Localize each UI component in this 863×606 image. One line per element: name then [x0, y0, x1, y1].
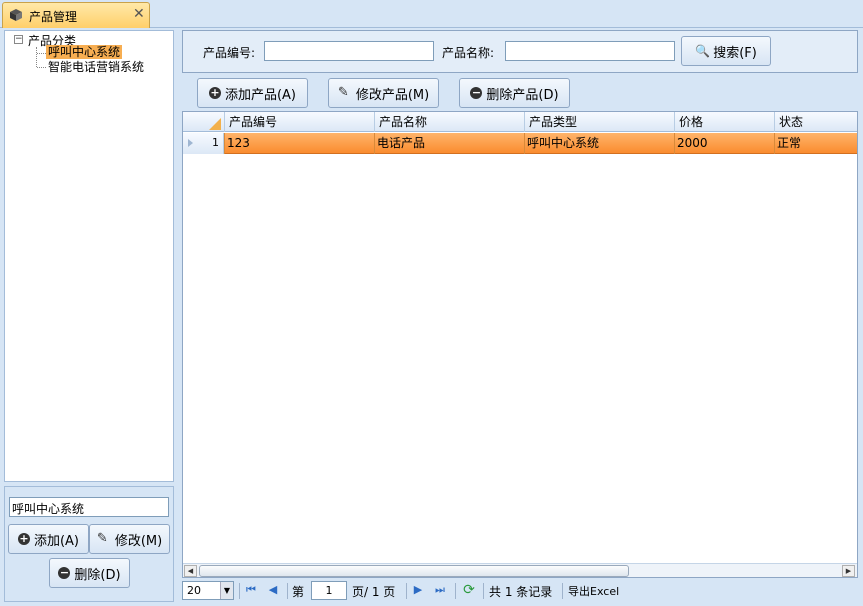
delete-category-button[interactable]: − 删除(D): [49, 558, 130, 588]
last-page-icon[interactable]: ⏭: [432, 582, 448, 598]
tree-item-call-center[interactable]: 呼叫中心系统: [46, 45, 123, 59]
collapse-icon[interactable]: −: [14, 35, 23, 44]
tree-line: [37, 67, 46, 68]
plus-icon: +: [208, 86, 221, 99]
separator: [406, 583, 407, 599]
record-count: 共 1 条记录: [489, 585, 553, 599]
cell-type[interactable]: 呼叫中心系统: [524, 133, 674, 154]
separator: [455, 583, 456, 599]
column-header-name[interactable]: 产品名称: [374, 112, 524, 132]
row-header[interactable]: 1: [183, 133, 224, 154]
row-number: 1: [212, 136, 219, 149]
search-button[interactable]: 🔍 搜索(F): [681, 36, 771, 66]
close-icon[interactable]: ✕: [133, 6, 145, 22]
chevron-down-icon[interactable]: ▼: [220, 582, 233, 599]
add-product-label: 添加产品(A): [224, 87, 297, 103]
separator: [239, 583, 240, 599]
column-header-price[interactable]: 价格: [674, 112, 774, 132]
separator: [562, 583, 563, 599]
tree-line: [37, 53, 46, 54]
export-excel-link[interactable]: 导出Excel: [568, 583, 619, 599]
minus-icon: −: [470, 86, 483, 99]
product-name-label: 产品名称:: [442, 46, 495, 60]
search-icon: 🔍: [695, 44, 711, 58]
delete-category-label: 删除(D): [74, 567, 121, 583]
cell-status[interactable]: 正常: [774, 133, 857, 154]
box-icon: [10, 9, 22, 21]
separator: [287, 583, 288, 599]
table-row[interactable]: 1 123 电话产品 呼叫中心系统 2000 正常: [183, 133, 857, 154]
product-code-input[interactable]: [264, 41, 434, 61]
delete-product-label: 删除产品(D): [486, 87, 559, 103]
category-name-input[interactable]: 呼叫中心系统: [9, 497, 169, 517]
cell-code[interactable]: 123: [224, 133, 374, 154]
category-tree: − 产品分类 呼叫中心系统 智能电话营销系统: [4, 30, 174, 482]
tab-product-management[interactable]: 产品管理 ✕: [2, 2, 150, 28]
first-page-icon[interactable]: ⏮: [243, 582, 259, 598]
horizontal-scrollbar[interactable]: ◀ ▶: [183, 563, 857, 577]
page-suffix: 页/ 1 页: [352, 585, 396, 599]
search-button-label: 搜索(F): [713, 45, 757, 61]
scroll-right-icon[interactable]: ▶: [842, 565, 855, 577]
column-header-status[interactable]: 状态: [774, 112, 857, 132]
corner-triangle-icon: [209, 118, 221, 130]
next-page-icon[interactable]: ▶: [410, 582, 426, 598]
edit-icon: ✎: [337, 85, 349, 100]
row-pointer-icon: [188, 139, 193, 147]
tab-title: 产品管理: [29, 10, 78, 24]
cell-name[interactable]: 电话产品: [374, 133, 524, 154]
edit-product-button[interactable]: ✎ 修改产品(M): [328, 78, 439, 108]
column-header-type[interactable]: 产品类型: [524, 112, 674, 132]
edit-icon: ✎: [96, 531, 108, 546]
tree-line: [36, 47, 37, 67]
edit-category-button[interactable]: ✎ 修改(M): [89, 524, 170, 554]
tree-item-telemarketing[interactable]: 智能电话营销系统: [48, 60, 144, 74]
edit-product-label: 修改产品(M): [355, 87, 430, 103]
product-grid: [182, 111, 858, 578]
edit-category-label: 修改(M): [114, 533, 163, 549]
scroll-left-icon[interactable]: ◀: [184, 565, 197, 577]
select-all-corner[interactable]: [183, 112, 224, 132]
cell-price[interactable]: 2000: [674, 133, 774, 154]
delete-product-button[interactable]: − 删除产品(D): [459, 78, 570, 108]
add-product-button[interactable]: + 添加产品(A): [197, 78, 308, 108]
product-code-label: 产品编号:: [203, 46, 256, 60]
page-prefix: 第: [292, 585, 305, 599]
grid-header: 产品编号 产品名称 产品类型 价格 状态: [183, 112, 857, 132]
product-name-input[interactable]: [505, 41, 675, 61]
current-page-input[interactable]: 1: [311, 581, 347, 600]
minus-icon: −: [58, 566, 71, 579]
plus-icon: +: [17, 532, 30, 545]
add-category-button[interactable]: + 添加(A): [8, 524, 89, 554]
separator: [483, 583, 484, 599]
prev-page-icon[interactable]: ◀: [265, 582, 281, 598]
column-header-code[interactable]: 产品编号: [224, 112, 374, 132]
add-category-label: 添加(A): [33, 533, 80, 549]
pager: 20 ▼ ⏮ ◀ 第 1 页/ 1 页 ▶ ⏭ ⟳ 共 1 条记录 导出Exce…: [182, 580, 858, 602]
refresh-icon[interactable]: ⟳: [461, 582, 477, 598]
scrollbar-thumb[interactable]: [199, 565, 629, 577]
